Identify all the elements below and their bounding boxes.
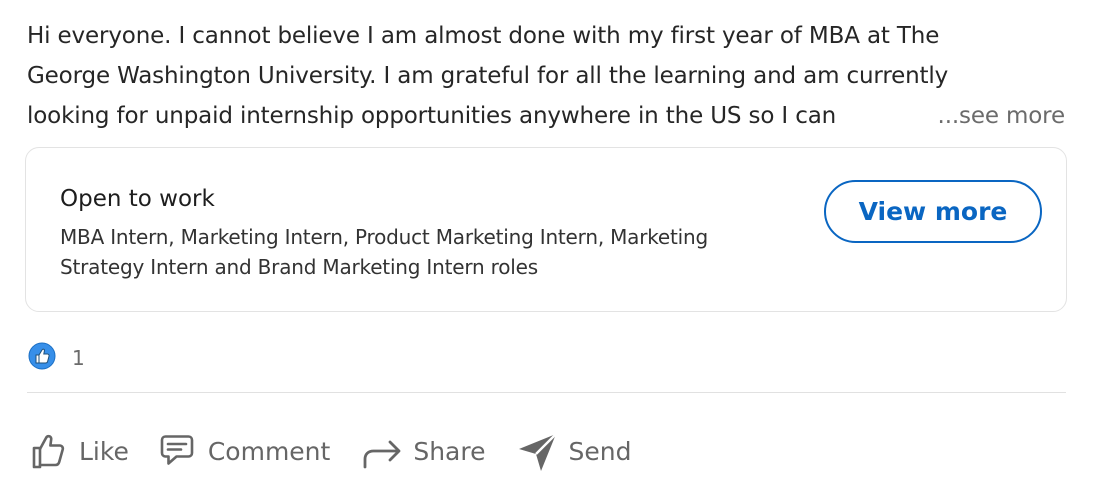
open-to-work-card: Open to work MBA Intern, Marketing Inter… bbox=[25, 147, 1067, 312]
open-to-work-title: Open to work bbox=[60, 186, 215, 212]
view-more-button[interactable]: View more bbox=[824, 180, 1042, 243]
post-actions-bar: Like Comment Share Send bbox=[20, 423, 637, 479]
reactions-summary[interactable]: 1 bbox=[28, 342, 85, 374]
post-text-line: Hi everyone. I cannot believe I am almos… bbox=[27, 23, 940, 49]
comment-icon bbox=[155, 429, 199, 473]
like-button[interactable]: Like bbox=[20, 423, 135, 479]
send-icon bbox=[516, 429, 560, 473]
thumbs-up-icon bbox=[26, 429, 70, 473]
comment-button[interactable]: Comment bbox=[149, 423, 337, 479]
send-label: Send bbox=[568, 436, 632, 466]
share-button[interactable]: Share bbox=[354, 423, 491, 479]
share-arrow-icon bbox=[360, 429, 404, 473]
like-reaction-icon bbox=[28, 342, 56, 374]
post-text-line: looking for unpaid internship opportunit… bbox=[27, 103, 837, 129]
send-button[interactable]: Send bbox=[510, 423, 638, 479]
post-text: Hi everyone. I cannot believe I am almos… bbox=[27, 16, 1077, 136]
divider bbox=[27, 392, 1066, 393]
reaction-count: 1 bbox=[72, 346, 85, 370]
open-to-work-roles: MBA Intern, Marketing Intern, Product Ma… bbox=[60, 225, 709, 279]
post-text-line: George Washington University. I am grate… bbox=[27, 63, 949, 89]
share-label: Share bbox=[413, 436, 486, 466]
like-label: Like bbox=[79, 436, 129, 466]
comment-label: Comment bbox=[207, 436, 331, 466]
see-more-link[interactable]: ...see more bbox=[929, 96, 1065, 136]
